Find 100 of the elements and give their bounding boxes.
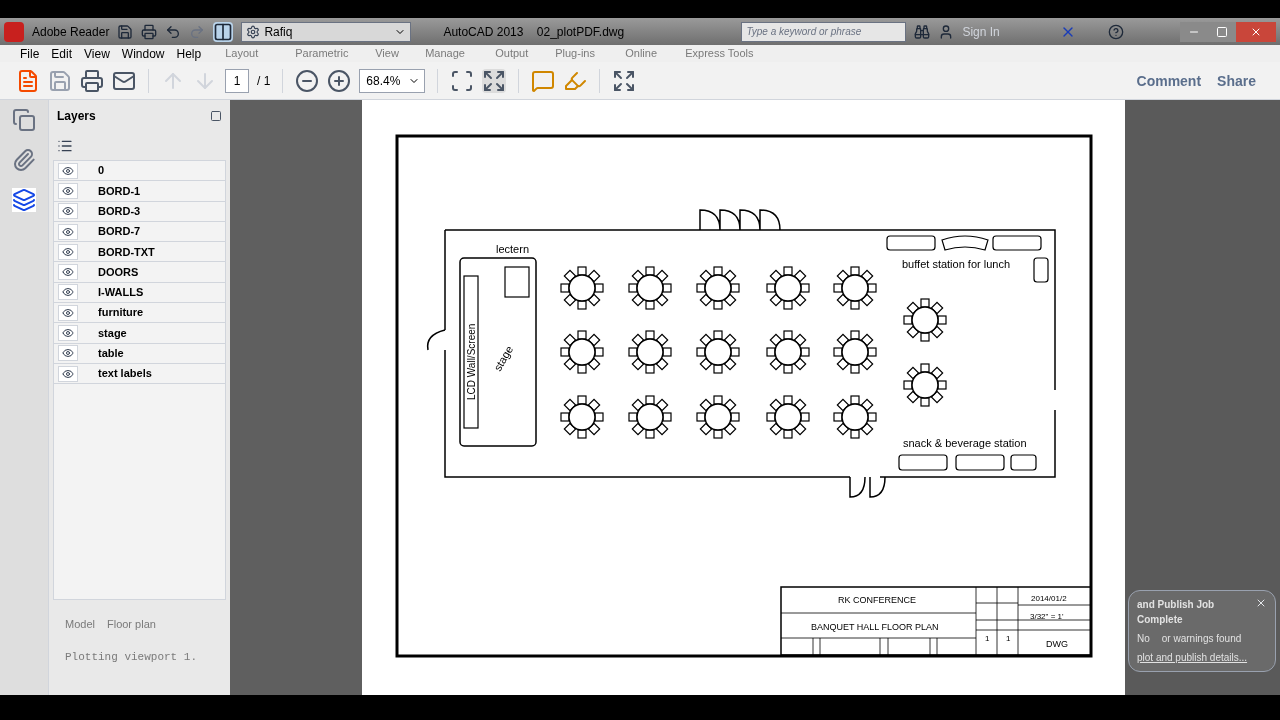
pages-icon[interactable]: [12, 108, 36, 132]
layer-row[interactable]: BORD-3: [54, 201, 225, 222]
ribbon-tab[interactable]: Parametric: [295, 46, 376, 61]
command-history: Plotting viewport 1.: [64, 649, 199, 665]
gear-icon: [246, 24, 261, 39]
paperclip-icon[interactable]: [12, 148, 36, 172]
page-number-field[interactable]: 1: [225, 68, 249, 93]
round-table: [560, 330, 604, 374]
menu-item[interactable]: View: [84, 45, 110, 62]
sheet-tab[interactable]: Floor plan: [106, 616, 156, 633]
visibility-toggle[interactable]: [58, 325, 78, 341]
zoom-in-icon[interactable]: [327, 68, 352, 93]
visibility-toggle[interactable]: [58, 345, 78, 362]
eye-icon: [62, 164, 74, 177]
ribbon-tab[interactable]: Output: [495, 46, 556, 61]
menu-item[interactable]: Help: [176, 45, 202, 62]
app-logo-icon: [4, 21, 24, 42]
eye-icon: [62, 367, 74, 380]
view-icon[interactable]: [213, 21, 234, 42]
visibility-toggle[interactable]: [58, 243, 78, 260]
window-title: AutoCAD 2013 02_plotPDF.dwg: [443, 23, 626, 40]
notification-message: or warnings found: [1161, 632, 1242, 646]
workspace-dropdown[interactable]: Rafiq: [241, 21, 412, 42]
layers-icon[interactable]: [12, 188, 36, 212]
collapse-icon[interactable]: [210, 110, 222, 122]
options-icon[interactable]: [57, 138, 73, 154]
snack-label: snack & beverage station: [903, 437, 1027, 449]
menu-item[interactable]: Window: [121, 45, 165, 62]
eye-icon: [62, 184, 74, 197]
project-name: RK CONFERENCE: [838, 595, 916, 605]
menu-item[interactable]: File: [20, 45, 40, 62]
binoculars-icon[interactable]: [914, 23, 931, 40]
round-table: [903, 363, 947, 407]
eye-icon: [62, 245, 74, 258]
drawing-title: BANQUET HALL FLOOR PLAN: [811, 622, 939, 632]
zoom-dropdown[interactable]: 68.4%: [359, 68, 426, 93]
full-screen-icon[interactable]: [612, 68, 637, 93]
layer-name: text labels: [98, 366, 152, 382]
print-icon[interactable]: [141, 23, 158, 40]
notification-title: and Publish Job Complete: [1137, 598, 1216, 627]
visibility-toggle[interactable]: [58, 182, 78, 199]
of-value: 1: [1006, 634, 1011, 643]
layer-row[interactable]: BORD-1: [54, 181, 225, 202]
lectern-label: lectern: [496, 243, 530, 255]
visibility-toggle[interactable]: [58, 304, 78, 321]
visibility-toggle[interactable]: [58, 162, 78, 179]
print-icon[interactable]: [80, 68, 104, 93]
close-icon[interactable]: [1255, 597, 1267, 609]
ribbon-tab[interactable]: Manage: [425, 46, 496, 61]
layer-row[interactable]: BORD-7: [54, 221, 225, 243]
undo-icon[interactable]: [165, 23, 182, 40]
layer-name: I-WALLS: [98, 285, 144, 301]
round-table: [628, 395, 672, 439]
visibility-toggle[interactable]: [58, 284, 78, 301]
round-table: [833, 330, 877, 374]
search-field[interactable]: Type a keyword or phrase: [741, 21, 907, 42]
details-link[interactable]: plot and publish details...: [1137, 650, 1267, 665]
save-icon[interactable]: [117, 23, 134, 40]
notification-message: No: [1137, 632, 1150, 646]
pane-button[interactable]: Comment: [1136, 70, 1202, 91]
ribbon-tab[interactable]: Layout: [225, 46, 296, 61]
ribbon-tab[interactable]: Plug-ins: [555, 46, 626, 61]
pane-button[interactable]: Share: [1217, 70, 1256, 91]
eye-icon: [62, 306, 74, 319]
layer-row[interactable]: 0: [54, 161, 225, 182]
date-value: 2014/01/2: [1031, 594, 1067, 603]
visibility-toggle[interactable]: [58, 223, 78, 240]
menu-item[interactable]: Edit: [51, 45, 73, 62]
fit-width-icon[interactable]: [450, 68, 475, 93]
layer-row[interactable]: DOORS: [54, 262, 225, 283]
layer-row[interactable]: text labels: [54, 363, 225, 385]
ribbon-tab[interactable]: View: [375, 46, 426, 61]
lectern-stand: [504, 266, 530, 298]
create-pdf-icon[interactable]: [16, 68, 40, 93]
round-table: [766, 330, 810, 374]
layer-row[interactable]: BORD-TXT: [54, 242, 225, 263]
eye-icon: [62, 327, 74, 339]
layer-row[interactable]: furniture: [54, 303, 225, 324]
maximize-button[interactable]: [1208, 21, 1236, 42]
help-icon[interactable]: [1108, 23, 1125, 40]
ribbon-tab[interactable]: Express Tools: [685, 46, 776, 61]
panel-title: Layers: [57, 108, 96, 124]
fit-page-icon[interactable]: [482, 68, 507, 93]
visibility-toggle[interactable]: [58, 203, 78, 220]
layer-name: stage: [98, 325, 127, 341]
round-table: [766, 395, 810, 439]
zoom-out-icon[interactable]: [295, 68, 320, 93]
layer-row[interactable]: I-WALLS: [54, 282, 225, 304]
drawing-value: DWG: [1046, 639, 1068, 649]
visibility-toggle[interactable]: [58, 264, 78, 281]
visibility-toggle[interactable]: [58, 365, 78, 382]
eye-icon: [62, 225, 74, 238]
sheet-tab[interactable]: Model: [65, 616, 95, 633]
round-table: [628, 266, 672, 310]
ribbon-tab[interactable]: Online: [625, 46, 686, 61]
layer-name: BORD-7: [98, 224, 141, 240]
comment-icon[interactable]: [531, 68, 556, 93]
layer-row[interactable]: stage: [54, 323, 225, 344]
layer-row[interactable]: table: [54, 343, 225, 364]
app-title: Adobe Reader: [32, 23, 110, 40]
